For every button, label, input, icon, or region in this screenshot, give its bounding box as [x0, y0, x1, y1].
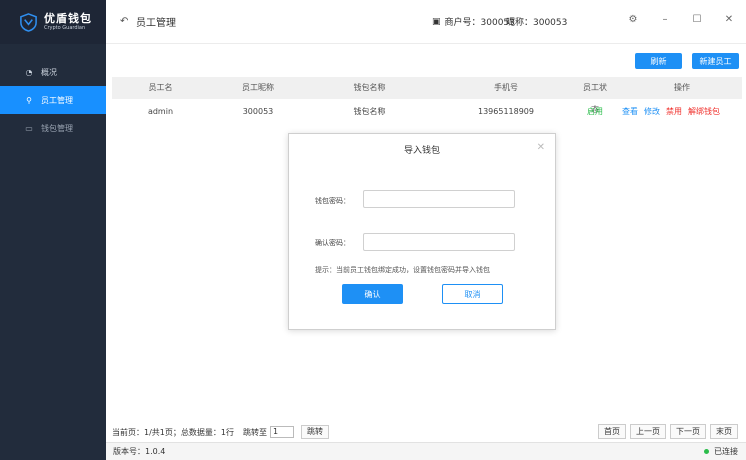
close-icon[interactable]: ✕	[722, 14, 736, 25]
cell-wallet: 钱包名称	[353, 107, 386, 116]
column-header: 钱包名称	[353, 83, 386, 92]
sidebar-nav: ◔ 概况 ⚲ 员工管理 ▭ 钱包管理	[0, 58, 106, 142]
edit-link[interactable]: 修改	[644, 107, 660, 116]
dialog-title: 导入钱包	[403, 146, 440, 156]
page-title: 员工管理	[136, 18, 176, 29]
confirm-button[interactable]: 确认	[342, 284, 403, 304]
sidebar: 优盾钱包 Crypto Guardian ◔ 概况 ⚲ 员工管理 ▭ 钱包管理	[0, 0, 106, 460]
view-link[interactable]: 查看	[622, 107, 638, 116]
connection-status: 已连接	[704, 446, 738, 457]
cell-nickname: 300053	[242, 107, 274, 116]
sidebar-item-label: 概况	[41, 67, 57, 77]
user-icon: ⚲	[26, 95, 32, 105]
import-wallet-dialog: 导入钱包 ✕ 钱包密码： 确认密码： 提示：当前员工钱包绑定成功，设置钱包密码并…	[288, 133, 556, 330]
page-jump-input[interactable]: 1	[269, 426, 294, 438]
pie-chart-icon: ◔	[25, 67, 33, 77]
wallet-icon: ▭	[25, 123, 33, 133]
column-header: 员工状态	[583, 83, 607, 114]
confirm-password-label: 确认密码：	[315, 239, 350, 247]
sidebar-item-label: 员工管理	[41, 95, 73, 105]
version-label: 版本号：1.0.4	[113, 447, 166, 456]
column-header: 手机号	[494, 83, 518, 92]
new-staff-button[interactable]: 新建员工	[692, 53, 739, 69]
cell-name: admin	[147, 107, 174, 116]
app-subtitle: Crypto Guardian	[44, 24, 86, 31]
settings-gear-icon[interactable]: ⚙	[626, 14, 640, 25]
sidebar-item-overview[interactable]: ◔ 概况	[0, 58, 106, 86]
pagination: 当前页：1/共1页；总数据量：1行 跳转至 1 跳转 首页 上一页 下一页 末页	[112, 424, 742, 440]
merchant-card-icon: ▣	[432, 16, 441, 27]
refresh-button[interactable]: 刷新	[635, 53, 682, 69]
merchant-id: ▣ 商户号：300053	[432, 16, 515, 29]
wallet-password-label: 钱包密码：	[315, 197, 350, 205]
sidebar-item-label: 钱包管理	[41, 123, 73, 133]
column-header: 员工名	[148, 83, 173, 92]
jump-button[interactable]: 跳转	[300, 425, 329, 439]
shield-logo-icon	[20, 12, 37, 32]
maximize-icon[interactable]: ☐	[690, 14, 704, 25]
unbind-wallet-link[interactable]: 解绑钱包	[688, 107, 720, 116]
minimize-icon[interactable]: –	[658, 14, 672, 25]
sidebar-item-staff[interactable]: ⚲ 员工管理	[0, 86, 106, 114]
next-page-button[interactable]: 下一页	[670, 424, 706, 439]
confirm-password-input[interactable]	[363, 233, 515, 251]
first-page-button[interactable]: 首页	[598, 424, 626, 439]
top-bar: ↶ 员工管理 ▣ 商户号：300053 昵称：300053 ⚙ – ☐ ✕	[106, 0, 746, 44]
cell-phone: 13965118909	[478, 107, 534, 116]
status-bar: 版本号：1.0.4 已连接	[106, 442, 746, 460]
cancel-button[interactable]: 取消	[442, 284, 503, 304]
wallet-password-input[interactable]	[363, 190, 515, 208]
disable-link[interactable]: 禁用	[666, 107, 682, 116]
pager-jump: 跳转至 1	[243, 426, 294, 438]
close-icon[interactable]: ✕	[537, 142, 545, 153]
back-icon[interactable]: ↶	[120, 16, 134, 27]
dialog-hint: 提示：当前员工钱包绑定成功，设置钱包密码并导入钱包	[315, 266, 490, 274]
last-page-button[interactable]: 末页	[710, 424, 738, 439]
app-logo: 优盾钱包 Crypto Guardian	[0, 0, 106, 44]
row-actions: 查看 修改 禁用 解绑钱包	[622, 100, 726, 124]
connected-dot-icon	[704, 449, 709, 454]
sidebar-item-wallet[interactable]: ▭ 钱包管理	[0, 114, 106, 142]
nickname: 昵称：300053	[506, 18, 568, 28]
column-header: 员工昵称	[242, 83, 274, 92]
pager-info: 当前页：1/共1页；总数据量：1行	[112, 427, 234, 437]
status-badge: 启用	[587, 107, 603, 116]
table-header: 员工名 员工昵称 钱包名称 手机号 员工状态 操作	[112, 77, 742, 114]
column-header: 操作	[674, 83, 690, 92]
table-row: admin 300053 钱包名称 13965118909 启用 查看 修改 禁用解…	[112, 100, 742, 124]
prev-page-button[interactable]: 上一页	[630, 424, 666, 439]
app-name: 优盾钱包	[44, 11, 92, 25]
